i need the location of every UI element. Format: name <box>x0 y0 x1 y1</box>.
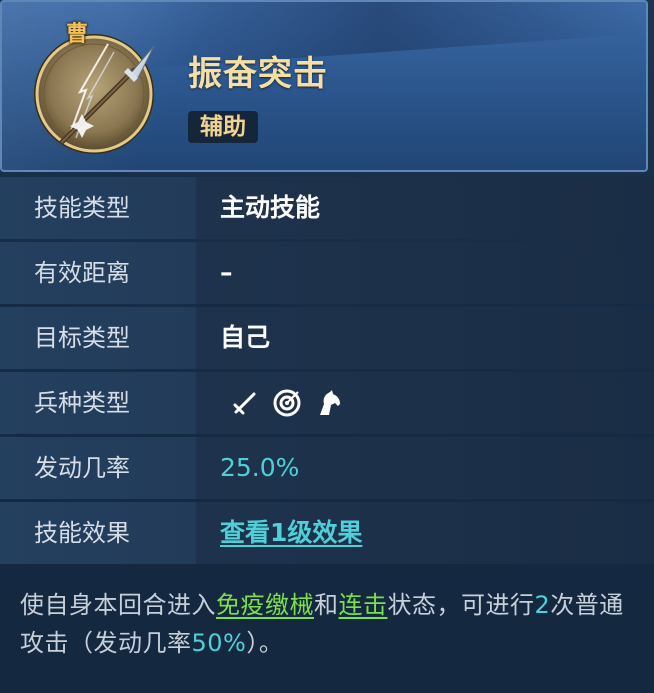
desc-text: 状态，可进行 <box>387 591 535 619</box>
row-target-type: 目标类型 自己 <box>0 307 654 369</box>
skill-tag-badge: 辅助 <box>188 111 258 143</box>
row-label: 有效距离 <box>34 259 130 287</box>
row-label: 目标类型 <box>34 324 130 352</box>
row-label: 发动几率 <box>34 454 130 482</box>
view-level-effect-link[interactable]: 查看1级效果 <box>220 502 362 564</box>
archery-target-icon <box>272 388 302 418</box>
row-trigger-rate: 发动几率 25.0% <box>0 437 654 499</box>
row-skill-effect: 技能效果 查看1级效果 <box>0 502 654 564</box>
sword-icon <box>230 388 260 418</box>
skill-card: 曹 振奋突击 辅助 技能类型 主动技能 有效距离 – 目标类型 自己 兵种类型 <box>0 0 654 693</box>
effective-range-value: – <box>220 258 233 287</box>
skill-attributes: 技能类型 主动技能 有效距离 – 目标类型 自己 兵种类型 发动几率 25.0%… <box>0 177 654 567</box>
desc-number: 2 <box>534 591 551 619</box>
target-type-value: 自己 <box>220 323 271 352</box>
desc-text: ）。 <box>246 629 284 657</box>
row-skill-type: 技能类型 主动技能 <box>0 177 654 239</box>
skill-description: 使自身本回合进入免疫缴械和连击状态，可进行2次普通攻击（发动几率50%）。 <box>20 586 640 662</box>
faction-badge: 曹 <box>65 22 88 47</box>
row-effective-range: 有效距离 – <box>0 242 654 304</box>
keyword-link-immune-disarm[interactable]: 免疫缴械 <box>216 591 314 619</box>
desc-text: 和 <box>314 591 339 619</box>
row-troop-type: 兵种类型 <box>0 372 654 434</box>
troop-type-icons <box>230 388 344 418</box>
desc-number: 50% <box>191 629 247 657</box>
skill-header: 曹 振奋突击 辅助 <box>0 0 648 172</box>
spear-emblem-icon <box>34 34 155 154</box>
row-label: 技能类型 <box>34 194 130 222</box>
row-label: 兵种类型 <box>34 389 130 417</box>
trigger-rate-value: 25.0% <box>220 453 300 482</box>
skill-title: 振奋突击 <box>188 54 328 94</box>
skill-type-value: 主动技能 <box>220 193 321 222</box>
horse-head-icon <box>314 388 344 418</box>
row-label: 技能效果 <box>34 519 130 547</box>
keyword-link-combo[interactable]: 连击 <box>339 591 388 619</box>
desc-text: 使自身本回合进入 <box>20 591 216 619</box>
